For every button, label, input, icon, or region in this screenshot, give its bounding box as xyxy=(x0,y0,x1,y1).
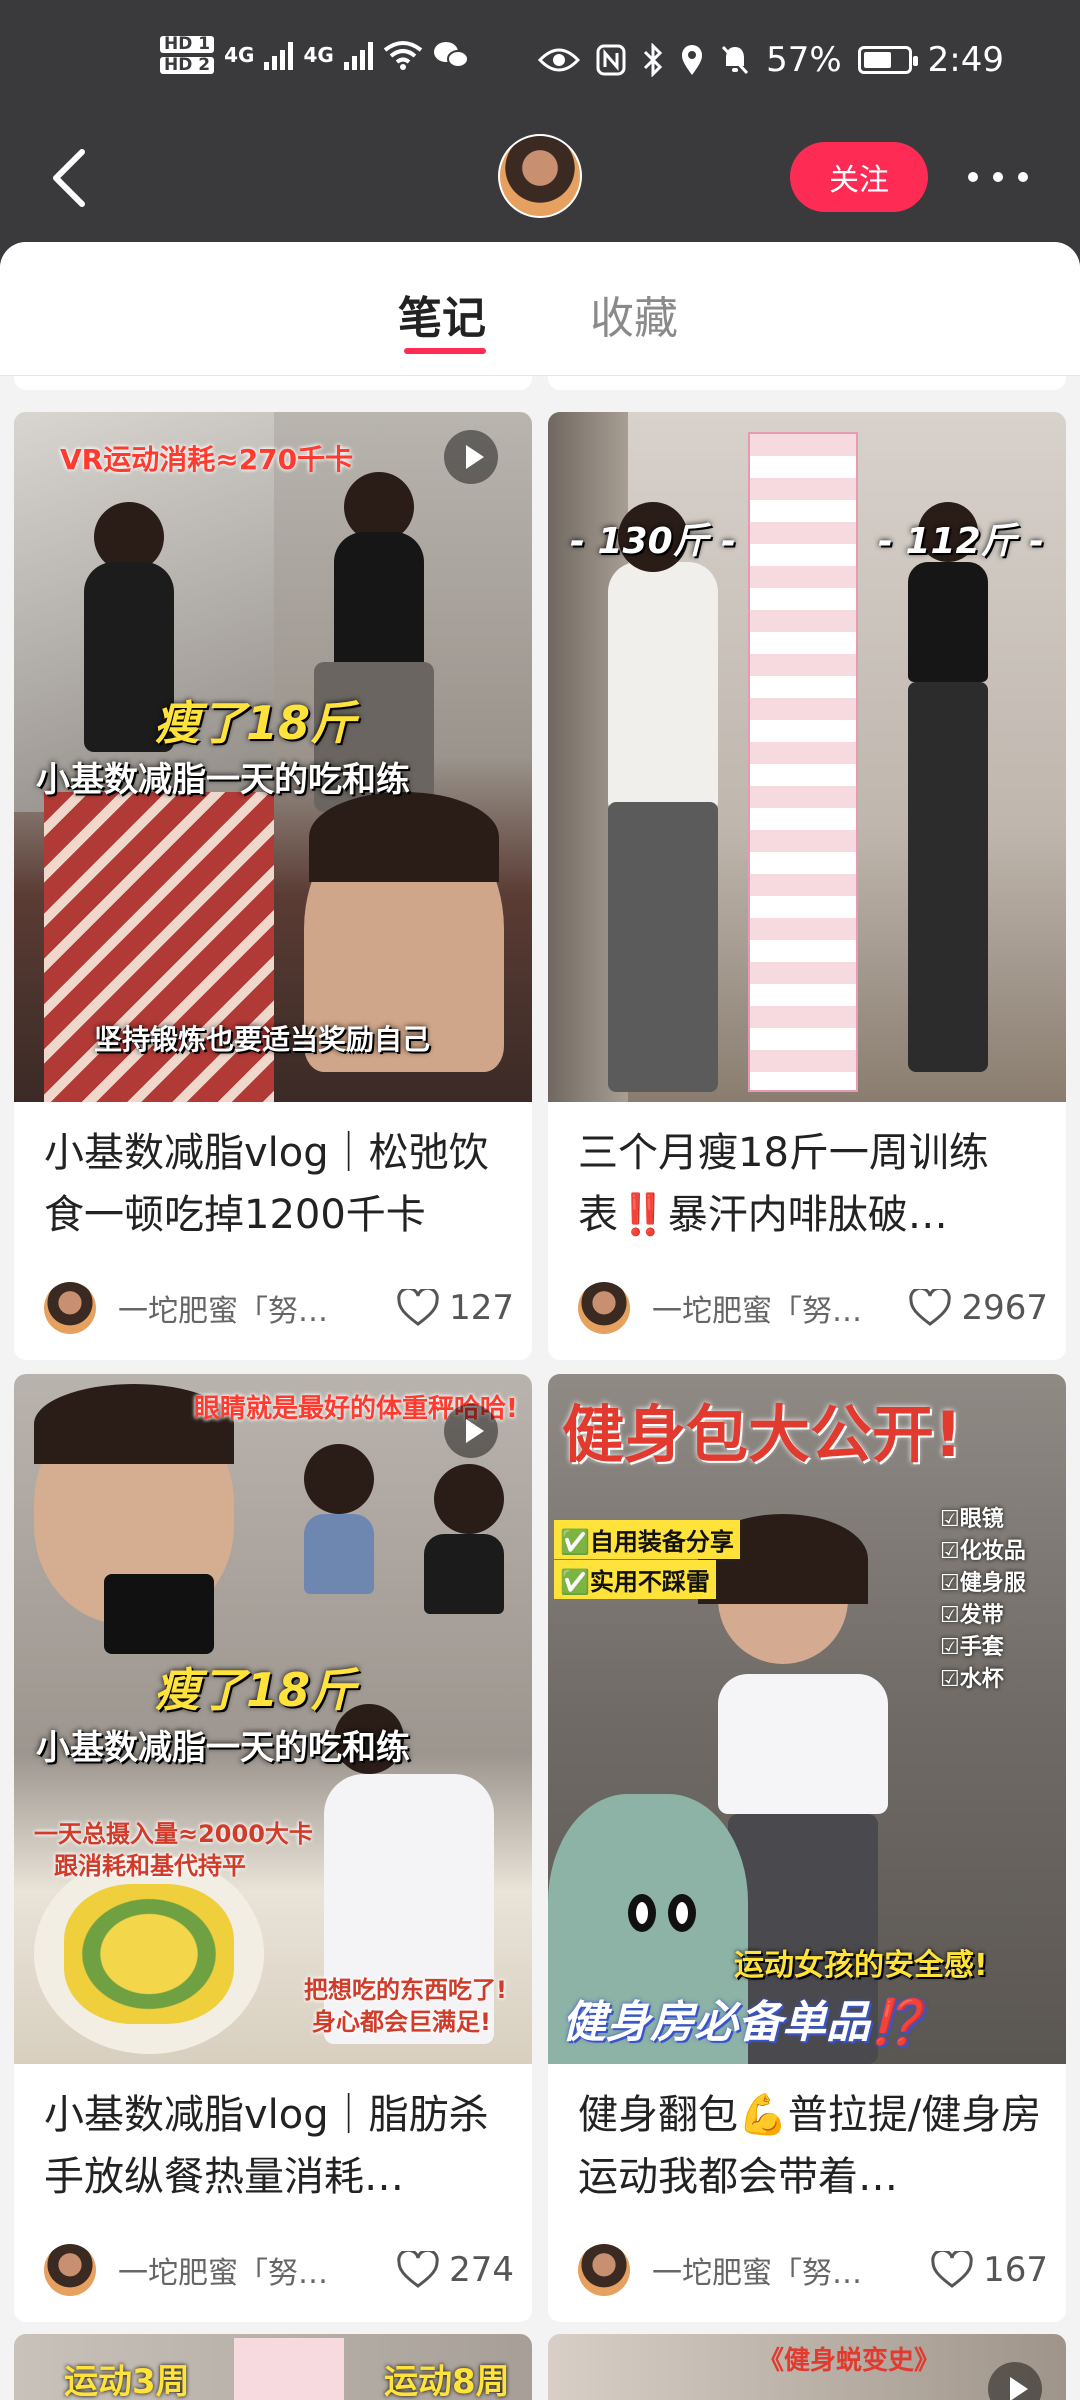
overlay-text: 跟消耗和基代持平 xyxy=(54,1852,246,1880)
network-indicators: HD 1 HD 2 4G 4G xyxy=(160,36,469,74)
overlay-text: 把想吃的东西吃了! xyxy=(304,1976,507,2004)
author-avatar[interactable] xyxy=(44,2244,96,2296)
video-play-icon xyxy=(444,1404,498,1458)
note-thumbnail: 眼睛就是最好的体重秤哈哈! 瘦了18斤 小基数减脂一天的吃和练 一天总摄入量≈2… xyxy=(14,1374,532,2064)
note-card[interactable]: - 130斤 - - 112斤 - 三个月瘦18斤一周训练表‼️暴汗内啡肽破… … xyxy=(548,412,1066,1360)
note-meta: 一坨肥蜜「努… 274 xyxy=(44,2240,514,2300)
nfc-icon xyxy=(596,44,626,76)
note-thumbnail: VR运动消耗≈270千卡 瘦了18斤 小基数减脂一天的吃和练 坚持锻炼也要适当奖… xyxy=(14,412,532,1102)
overlay-text: 瘦了18斤 xyxy=(154,696,357,750)
author-avatar[interactable] xyxy=(44,1282,96,1334)
follow-button[interactable]: 关注 xyxy=(790,142,928,212)
author-avatar[interactable] xyxy=(578,2244,630,2296)
author-avatar[interactable] xyxy=(578,1282,630,1334)
bluetooth-icon xyxy=(644,43,663,77)
overlay-text: - 130斤 - xyxy=(570,521,737,562)
eye-icon xyxy=(538,48,581,72)
video-play-icon xyxy=(988,2362,1042,2400)
system-indicators: 57% 2:49 xyxy=(538,40,1004,80)
note-caption: 三个月瘦18斤一周训练表‼️暴汗内啡肽破… xyxy=(578,1130,989,1238)
thumbnail-strip xyxy=(234,2338,344,2400)
active-tab-indicator xyxy=(404,348,486,354)
overlay-text: 瘦了18斤 xyxy=(154,1663,357,1717)
author-name[interactable]: 一坨肥蜜「努… xyxy=(118,2248,338,2292)
author-name[interactable]: 一坨肥蜜「努… xyxy=(652,1286,872,1330)
more-options-icon[interactable] xyxy=(968,160,1028,194)
overlay-tag: ✅实用不踩雷 xyxy=(554,1560,716,1599)
heart-icon[interactable] xyxy=(397,2251,439,2289)
status-bar: HD 1 HD 2 4G 4G 57% 2:49 xyxy=(0,0,1080,130)
overlay-text: 《健身蜕变史》 xyxy=(758,2346,941,2376)
video-play-icon xyxy=(444,430,498,484)
note-caption: 小基数减脂vlog｜脂肪杀手放纵餐热量消耗… xyxy=(44,2092,489,2200)
like-count: 127 xyxy=(449,1288,514,1328)
note-card[interactable]: 眼睛就是最好的体重秤哈哈! 瘦了18斤 小基数减脂一天的吃和练 一天总摄入量≈2… xyxy=(14,1374,532,2322)
tab-bar: 笔记 收藏 xyxy=(0,242,1080,376)
content-panel: 笔记 收藏 VR运动消耗≈270千卡 瘦了18斤 小基数减脂一天的吃和练 坚持锻… xyxy=(0,242,1080,2400)
previous-card-edge xyxy=(14,376,532,390)
overlay-text: VR运动消耗≈270千卡 xyxy=(60,443,354,476)
battery-icon xyxy=(857,46,918,74)
hd2-badge: HD 2 xyxy=(160,57,215,74)
location-icon xyxy=(682,45,703,75)
note-card-partial[interactable]: 运动3周 运动8周 xyxy=(14,2334,532,2400)
tab-favorites[interactable]: 收藏 xyxy=(590,282,678,346)
overlay-text: 小基数减脂一天的吃和练 xyxy=(36,1728,410,1768)
overlay-text: 一天总摄入量≈2000大卡 xyxy=(34,1820,313,1848)
overlay-list: ☑眼镜 ☑化妆品 ☑健身服 ☑发带 ☑手套 ☑水杯 xyxy=(940,1507,1026,1692)
battery-percent: 57% xyxy=(766,40,842,80)
signal-icon xyxy=(343,40,373,70)
note-thumbnail: - 130斤 - - 112斤 - xyxy=(548,412,1066,1102)
like-count: 2967 xyxy=(961,1288,1048,1328)
note-card[interactable]: VR运动消耗≈270千卡 瘦了18斤 小基数减脂一天的吃和练 坚持锻炼也要适当奖… xyxy=(14,412,532,1360)
overlay-title: 健身包大公开! xyxy=(562,1398,963,1471)
overlay-text: 健身房必备单品⁉️ xyxy=(562,1997,925,2048)
hd-badges: HD 1 HD 2 xyxy=(160,36,215,74)
overlay-text: 身心都会巨满足! xyxy=(312,2008,491,2036)
profile-avatar[interactable] xyxy=(498,134,582,218)
previous-card-edge xyxy=(548,376,1066,390)
note-meta: 一坨肥蜜「努… 167 xyxy=(578,2240,1048,2300)
overlay-text: 运动8周 xyxy=(384,2362,510,2400)
tab-notes[interactable]: 笔记 xyxy=(398,282,486,346)
overlay-text: 运动女孩的安全感! xyxy=(734,1948,988,1983)
overlay-text: 小基数减脂一天的吃和练 xyxy=(36,760,410,800)
back-arrow-icon[interactable] xyxy=(48,146,92,210)
note-meta: 一坨肥蜜「努… 127 xyxy=(44,1278,514,1338)
overlay-text: 坚持锻炼也要适当奖励自己 xyxy=(94,1023,431,1056)
mute-bell-icon xyxy=(721,45,749,75)
note-caption: 健身翻包💪普拉提/健身房运动我都会带着… xyxy=(578,2092,1042,2200)
network-type-2: 4G xyxy=(303,43,334,67)
overlay-text: 运动3周 xyxy=(64,2362,190,2400)
author-name[interactable]: 一坨肥蜜「努… xyxy=(652,2248,872,2292)
wifi-icon xyxy=(383,41,423,70)
clock: 2:49 xyxy=(927,40,1004,80)
overlay-tag: ✅自用装备分享 xyxy=(554,1520,740,1559)
like-count: 274 xyxy=(449,2250,514,2290)
wechat-icon xyxy=(433,42,469,68)
note-meta: 一坨肥蜜「努… 2967 xyxy=(578,1278,1048,1338)
signal-icon xyxy=(264,40,294,70)
network-type-1: 4G xyxy=(224,43,255,67)
heart-icon[interactable] xyxy=(397,1289,439,1327)
heart-icon[interactable] xyxy=(931,2251,973,2289)
like-count: 167 xyxy=(983,2250,1048,2290)
hd1-badge: HD 1 xyxy=(160,36,215,53)
author-name[interactable]: 一坨肥蜜「努… xyxy=(118,1286,338,1330)
note-card[interactable]: 健身包大公开! ✅自用装备分享 ✅实用不踩雷 ☑眼镜 ☑化妆品 ☑健身服 ☑发带… xyxy=(548,1374,1066,2322)
overlay-text: - 112斤 - xyxy=(878,521,1045,562)
note-thumbnail: 健身包大公开! ✅自用装备分享 ✅实用不踩雷 ☑眼镜 ☑化妆品 ☑健身服 ☑发带… xyxy=(548,1374,1066,2064)
note-card-partial[interactable]: 《健身蜕变史》 xyxy=(548,2334,1066,2400)
note-caption: 小基数减脂vlog｜松弛饮食一顿吃掉1200千卡 xyxy=(44,1130,489,1238)
heart-icon[interactable] xyxy=(909,1289,952,1327)
